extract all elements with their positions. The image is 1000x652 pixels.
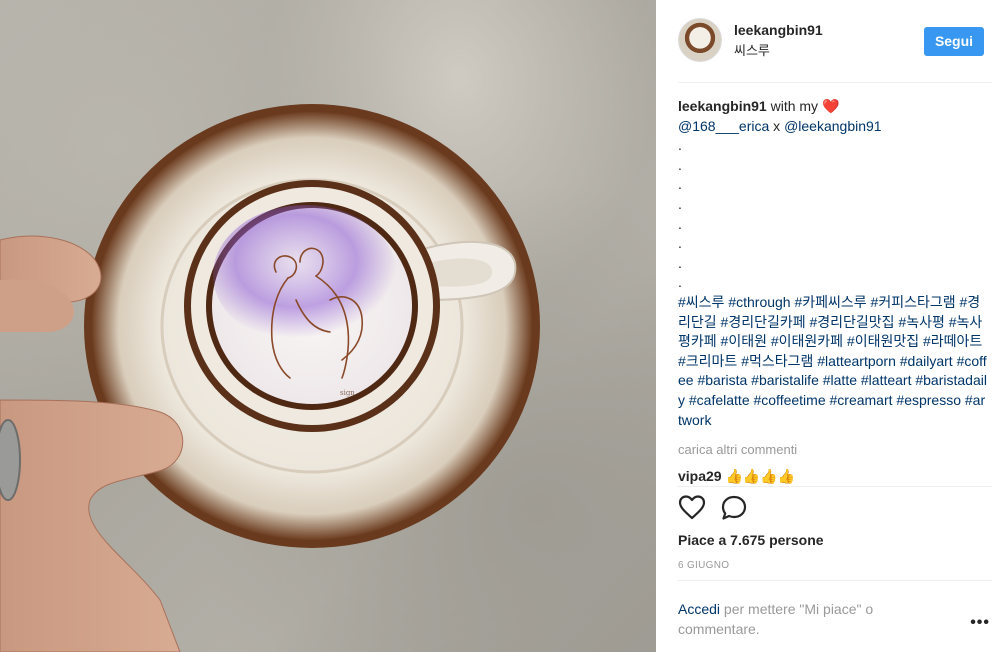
- caption-dot: .: [678, 195, 682, 212]
- divider: [678, 580, 992, 581]
- mention-link[interactable]: @leekangbin91: [784, 118, 882, 134]
- post-date: 6 GIUGNO: [678, 560, 730, 571]
- latte-art-image: sign: [0, 104, 540, 652]
- login-link[interactable]: Accedi: [678, 601, 720, 617]
- speech-bubble-icon[interactable]: [720, 494, 748, 522]
- caption-dot: .: [678, 137, 682, 154]
- comment: vipa29 👍👍👍👍: [678, 468, 978, 485]
- post-header: leekangbin91 씨스루 Segui: [678, 16, 984, 66]
- more-options-button[interactable]: •••: [970, 614, 990, 632]
- load-more-comments[interactable]: carica altri commenti: [678, 442, 797, 457]
- username[interactable]: leekangbin91: [734, 22, 823, 38]
- login-prompt: Accedi per mettere "Mi piace" o commenta…: [678, 599, 958, 639]
- heart-icon[interactable]: [678, 494, 706, 522]
- post-side-panel: leekangbin91 씨스루 Segui leekangbin91 with…: [656, 0, 1000, 652]
- caption-dot: .: [678, 254, 682, 271]
- caption-dot: .: [678, 235, 682, 252]
- avatar[interactable]: [678, 18, 722, 62]
- mention-link[interactable]: @168___erica: [678, 118, 769, 134]
- follow-button[interactable]: Segui: [924, 27, 984, 56]
- caption-dot: .: [678, 215, 682, 232]
- mention-separator: x: [769, 117, 785, 134]
- heart-emoji: ❤️: [821, 98, 840, 114]
- hashtags[interactable]: #씨스루 #cthrough #카페씨스루 #커피스타그램 #경리단길 #경리단…: [678, 293, 988, 430]
- divider: [678, 486, 992, 487]
- caption: leekangbin91 with my ❤️ @168___erica x @…: [678, 97, 988, 430]
- divider: [678, 82, 992, 83]
- caption-dot: .: [678, 156, 682, 173]
- svg-text:sign: sign: [340, 389, 355, 397]
- caption-dot: .: [678, 176, 682, 193]
- caption-dot: .: [678, 274, 682, 291]
- post-photo[interactable]: sign: [0, 0, 656, 652]
- caption-username[interactable]: leekangbin91: [678, 98, 767, 114]
- caption-text: with my: [766, 98, 822, 114]
- like-count[interactable]: Piace a 7.675 persone: [678, 532, 824, 548]
- location-link[interactable]: 씨스루: [734, 40, 770, 59]
- comment-username[interactable]: vipa29: [678, 468, 722, 484]
- comment-text: 👍👍👍👍: [725, 468, 796, 484]
